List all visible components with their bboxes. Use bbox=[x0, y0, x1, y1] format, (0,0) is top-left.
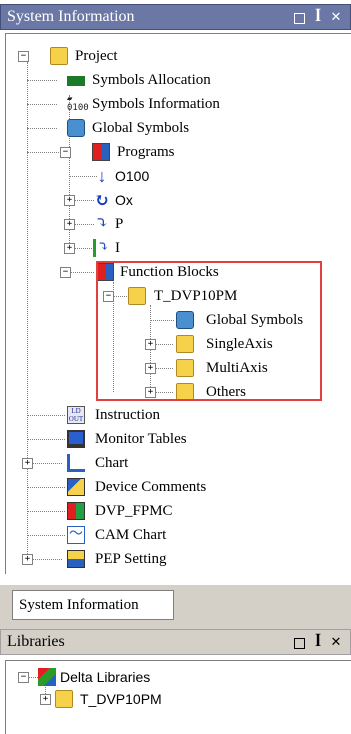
libraries-title-bar: Libraries ꟾ ✕ bbox=[0, 629, 351, 655]
tree-item-label: CAM Chart bbox=[95, 527, 167, 543]
tree-item-label: Programs bbox=[117, 144, 175, 160]
pin-icon[interactable]: ꟾ bbox=[311, 635, 325, 649]
tree-item-label: DVP_FPMC bbox=[95, 503, 173, 519]
delta-libraries-icon bbox=[38, 668, 56, 686]
collapse-icon[interactable]: − bbox=[60, 147, 71, 158]
tree-item-label: PEP Setting bbox=[95, 551, 167, 567]
folder-icon bbox=[55, 690, 73, 708]
down-arrow-icon: ↓ bbox=[97, 166, 107, 186]
collapse-icon[interactable]: − bbox=[18, 51, 29, 62]
tree-item-label: O100 bbox=[115, 168, 150, 184]
tree-item-label: Delta Libraries bbox=[60, 669, 151, 685]
instruction-icon: LD OUT bbox=[67, 406, 85, 424]
comments-icon bbox=[67, 478, 85, 496]
fpmc-icon bbox=[67, 502, 85, 520]
symbols-info-icon: ▰ 0100 bbox=[67, 94, 89, 113]
libraries-title: Libraries bbox=[7, 633, 65, 650]
monitor-icon bbox=[67, 430, 85, 448]
tree-item-label: Device Comments bbox=[95, 479, 207, 495]
interrupt-icon: ⤵ bbox=[93, 239, 111, 257]
programs-icon bbox=[92, 143, 110, 161]
tab-system-information[interactable]: System Information bbox=[12, 590, 174, 620]
highlight-box bbox=[96, 261, 322, 401]
memory-chip-icon bbox=[67, 76, 85, 86]
loop-arrow-icon: ↻ bbox=[94, 190, 110, 210]
close-icon[interactable]: ✕ bbox=[329, 10, 343, 24]
maximize-icon[interactable] bbox=[294, 13, 305, 24]
tree-item-label: Global Symbols bbox=[92, 120, 190, 136]
tree-item-label: Symbols Information bbox=[92, 96, 220, 112]
chart-icon bbox=[67, 454, 85, 472]
tree-line bbox=[27, 62, 28, 558]
subroutine-icon: ⤵ bbox=[95, 215, 109, 232]
pep-setting-icon bbox=[67, 550, 85, 568]
tree-item-label: I bbox=[115, 240, 120, 256]
tree-item-label: Monitor Tables bbox=[95, 431, 187, 447]
system-info-title-bar: System Information ꟾ ✕ bbox=[0, 4, 351, 30]
tree-item-label: Ox bbox=[115, 192, 133, 208]
tree-item-label: P bbox=[115, 216, 124, 232]
global-symbols-icon bbox=[67, 119, 85, 137]
tree-item-label: Instruction bbox=[95, 407, 160, 423]
tree-item-label: Chart bbox=[95, 455, 129, 471]
pin-icon[interactable]: ꟾ bbox=[311, 10, 325, 24]
tree-item-label: T_DVP10PM bbox=[80, 691, 162, 707]
project-icon bbox=[50, 47, 68, 65]
tree-item-label: Project bbox=[75, 48, 118, 64]
tree-item-label: Symbols Allocation bbox=[92, 72, 211, 88]
expand-icon[interactable]: + bbox=[40, 694, 51, 705]
cam-chart-icon: 〜 bbox=[67, 526, 85, 544]
system-info-title: System Information bbox=[7, 8, 135, 25]
close-icon[interactable]: ✕ bbox=[329, 635, 343, 649]
maximize-icon[interactable] bbox=[294, 638, 305, 649]
